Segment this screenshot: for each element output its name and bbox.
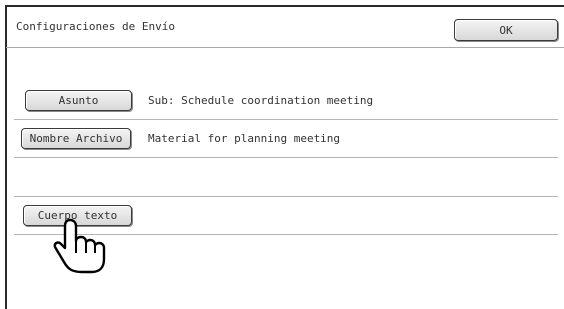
file-name-value: Material for planning meeting	[148, 132, 341, 145]
row-divider	[14, 196, 558, 197]
file-name-button[interactable]: Nombre Archivo	[21, 128, 131, 149]
row-divider	[14, 157, 558, 158]
subject-value: Sub: Schedule coordination meeting	[148, 94, 374, 107]
subject-button[interactable]: Asunto	[25, 90, 132, 111]
row-divider	[14, 119, 558, 120]
dialog-title: Configuraciones de Envío	[16, 20, 175, 33]
pointing-hand-icon	[53, 218, 106, 274]
ok-button[interactable]: OK	[454, 19, 558, 41]
